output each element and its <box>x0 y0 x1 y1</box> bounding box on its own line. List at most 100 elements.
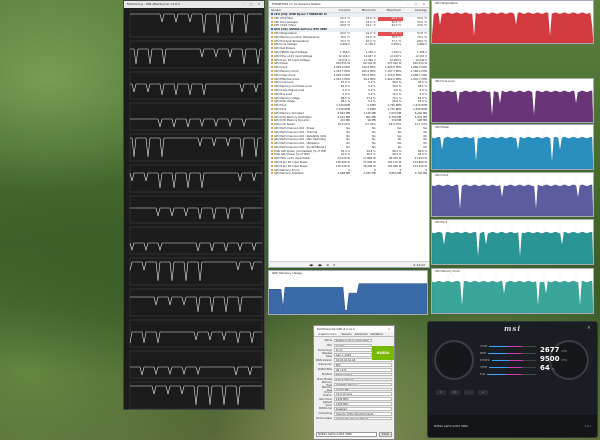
field-value[interactable]: 164.6 GPixel/s <box>334 377 392 382</box>
field-value[interactable]: Disabled <box>334 407 392 411</box>
column-minimum[interactable]: Minimum <box>352 8 378 12</box>
field-value[interactable]: MSI <box>334 363 392 367</box>
afterburner-sliders: CORE MEM POWER TEMP FAN <box>480 344 536 379</box>
sensor-icon <box>271 145 273 148</box>
field-value[interactable]: GDDR6X (Micron) <box>334 382 392 387</box>
minimize-icon[interactable]: – <box>241 1 245 8</box>
afterburner-window[interactable]: msi × CORE MEM POWER TEMP FAN 2677 MHz 95… <box>427 321 598 438</box>
field-value[interactable]: GA102 <box>334 343 372 348</box>
scroll-left-right-icon[interactable]: ◀▶ <box>309 263 314 267</box>
field-value[interactable]: 96 / 272 <box>334 367 392 372</box>
scroll-left-right-icon[interactable]: ◀▶ <box>318 263 323 267</box>
minimum-value: 2,930 MB <box>363 172 376 176</box>
tab-validation[interactable]: Validation <box>370 332 383 336</box>
field-value[interactable]: 10240 MB <box>334 387 392 392</box>
tab-sensors[interactable]: Sensors <box>341 332 351 336</box>
tab-graphics-card[interactable]: Graphics Card <box>316 332 339 336</box>
afterburner-header[interactable]: msi <box>428 322 597 334</box>
monitoring-titlebar[interactable]: Monitoring - MSI Afterburner v4.6.5 – □ … <box>124 1 264 8</box>
sensor-icon <box>271 20 273 23</box>
slider-track[interactable] <box>489 346 536 347</box>
hwinfo-titlebar[interactable]: HWiNFO64 v7.xx Sensors Status – □ × <box>269 1 429 8</box>
field-value[interactable]: OpenCL CUDA DirectCompute <box>334 412 392 416</box>
close-x-icon[interactable]: ✕ <box>333 263 336 267</box>
column-current[interactable]: Current <box>326 8 352 12</box>
field-value[interactable]: 1440 MHz <box>334 397 392 401</box>
average-value: 52.6 °C <box>417 24 428 28</box>
maximize-icon[interactable]: □ <box>249 1 253 8</box>
sensor-name: GPU Bus Load <box>274 92 293 96</box>
field-value[interactable]: 31.0.15.xxxx <box>334 392 392 397</box>
gpuz-window[interactable]: TechPowerUp GPU-Z 2.xx.x × Graphics Card… <box>313 325 395 440</box>
settings-gear-icon[interactable]: ⚙ <box>326 263 329 267</box>
close-button[interactable]: Close <box>378 432 392 437</box>
sensor-row[interactable]: GPU Memory Available 3,088 MB 2,930 MB 8,85… <box>269 172 429 176</box>
info-icon[interactable]: i <box>464 390 474 395</box>
sensor-name: GPU Core Voltage <box>274 43 297 47</box>
sensor-icon <box>271 172 273 175</box>
graph-window-gpu-memory-clock[interactable]: GPU Memory Clock <box>431 268 594 314</box>
graph-window-gpu-power[interactable]: GPU Power <box>431 124 594 170</box>
field-value[interactable]: 8 nm <box>334 348 372 353</box>
close-icon[interactable]: × <box>422 1 426 8</box>
slider-track[interactable] <box>489 367 536 368</box>
slider-label: FAN <box>480 373 485 376</box>
close-icon[interactable]: × <box>257 1 261 8</box>
sensor-icon <box>271 142 273 145</box>
minimize-icon[interactable]: – <box>406 1 410 8</box>
sensor-icon <box>271 111 273 114</box>
core-clock-slider[interactable]: CORE <box>480 344 536 349</box>
hwinfo-sensors-window[interactable]: HWiNFO64 v7.xx Sensors Status – □ × Sens… <box>268 0 430 268</box>
monitoring-series-line <box>130 83 262 96</box>
close-icon[interactable]: × <box>387 326 391 332</box>
field-value[interactable]: 8704 Unified <box>334 372 392 377</box>
monitoring-window[interactable]: Monitoring - MSI Afterburner v4.6.5 – □ … <box>123 0 265 410</box>
elapsed-time: 0:14:22 <box>413 262 425 267</box>
graph-frame <box>129 319 263 348</box>
sensor-icon <box>271 47 273 50</box>
column-average[interactable]: Average <box>403 8 429 12</box>
maximize-icon[interactable]: □ <box>414 1 418 8</box>
current-value: 59.8 °C <box>340 24 350 28</box>
sensor-icon <box>271 43 273 46</box>
sensor-name: GPU Memory Allocated <box>274 111 304 115</box>
field-value[interactable]: 1440 MHz <box>334 402 392 406</box>
slider-track[interactable] <box>488 353 536 354</box>
sensor-name: GPU 8-pin #1 Input Voltage <box>274 58 310 62</box>
kombustor-icon[interactable]: K <box>436 390 446 395</box>
graph-frame <box>129 164 263 193</box>
column-maximum[interactable]: Maximum <box>378 8 404 12</box>
temp-limit-slider[interactable]: TEMP <box>480 365 536 370</box>
graph-series-area <box>432 280 593 313</box>
monitoring-graphs[interactable] <box>124 8 265 410</box>
monitoring-series-line <box>129 242 262 252</box>
settings-gear-icon[interactable]: ⚙ <box>478 390 488 395</box>
field-value[interactable]: NVIDIA GeForce RTX 3080 <box>334 338 372 343</box>
sensor-icon <box>271 35 273 38</box>
close-icon[interactable]: × <box>587 325 591 331</box>
field-value[interactable]: Vulkan Ray Tracing PhysX <box>334 416 392 421</box>
slider-track[interactable] <box>491 360 536 361</box>
power-limit-slider[interactable]: POWER <box>480 358 536 363</box>
sensor-icon <box>271 164 273 167</box>
field-value[interactable]: Sep 1, 2020 <box>334 353 372 357</box>
graph-window-gpu-clock[interactable]: GPU Clock <box>431 172 594 217</box>
graph-window-gpu-core-load[interactable]: GPU Core Load <box>431 78 594 123</box>
hwinfo-sensor-list[interactable]: CPU [#0]: AMD Ryzen 7 5800X3D: EnhancedC… <box>269 13 429 261</box>
slider-track[interactable] <box>486 374 536 375</box>
sensor-name: GPU Fan2 <box>274 107 287 111</box>
hwinfo-title: HWiNFO64 v7.xx Sensors Status <box>272 1 321 6</box>
sensor-name: GPU Performance Limit - Utilization <box>274 142 320 146</box>
hwinfo-graph-window[interactable]: GPU Memory Usage <box>268 270 428 315</box>
graph-window-gpu-temperature[interactable]: GPU Temperature <box>431 0 594 44</box>
memory-clock-slider[interactable]: MEM <box>480 351 536 356</box>
sensor-name: GPU Power <box>274 62 289 66</box>
tab-advanced[interactable]: Advanced <box>355 332 368 336</box>
column-sensor[interactable]: Sensor <box>269 8 326 12</box>
graph-window-gpu-fan1[interactable]: GPU Fan1 <box>431 219 594 265</box>
sensor-icon <box>271 115 273 118</box>
fan-speed-slider[interactable]: FAN <box>480 372 536 377</box>
sensor-name: GPU Clock <box>274 66 288 70</box>
oc-scanner-icon[interactable]: OC <box>450 390 460 395</box>
gpu-select[interactable]: NVIDIA GeForce RTX 3080 <box>316 432 377 437</box>
